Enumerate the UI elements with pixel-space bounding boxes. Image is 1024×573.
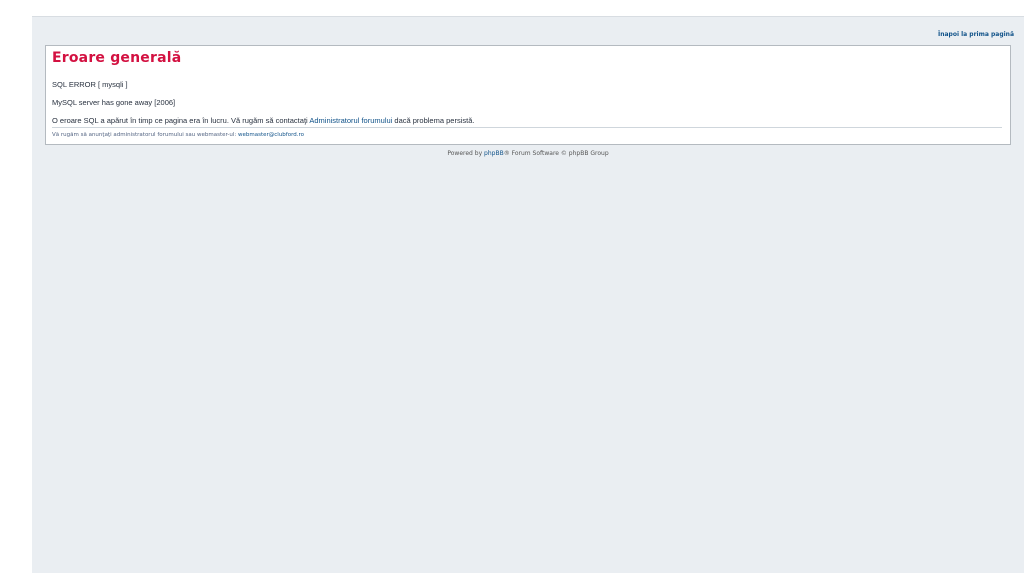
mysql-error-line: MySQL server has gone away [2006] <box>52 98 176 107</box>
footer-copyright: ® Forum Software © phpBB Group <box>503 150 609 157</box>
error-panel: Eroare generală SQL ERROR [ mysqli ] MyS… <box>45 45 1011 145</box>
contact-message: O eroare SQL a apărut în timp ce pagina … <box>52 116 474 125</box>
webmaster-email-link[interactable]: webmaster@clubford.ro <box>238 132 304 138</box>
footer-text: Powered by <box>447 150 485 157</box>
footer: Powered by phpBB® Forum Software © phpBB… <box>32 150 1024 157</box>
contact-message-tail: dacă problema persistă. <box>392 116 475 125</box>
contact-message-text: O eroare SQL a apărut în timp ce pagina … <box>52 116 310 125</box>
notify-message: Vă rugăm să anunţaţi administratorul for… <box>52 132 304 138</box>
sql-error-line: SQL ERROR [ mysqli ] <box>52 80 128 89</box>
page-background: Înapoi la prima pagină Eroare generală S… <box>32 16 1024 573</box>
admin-contact-link[interactable]: Administratorul forumului <box>309 116 392 125</box>
divider <box>52 127 1002 128</box>
error-title: Eroare generală <box>52 50 182 66</box>
top-nav: Înapoi la prima pagină <box>938 31 1014 38</box>
notify-text: Vă rugăm să anunţaţi administratorul for… <box>52 132 238 138</box>
phpbb-link[interactable]: phpBB <box>484 150 504 157</box>
home-link[interactable]: Înapoi la prima pagină <box>938 31 1014 38</box>
